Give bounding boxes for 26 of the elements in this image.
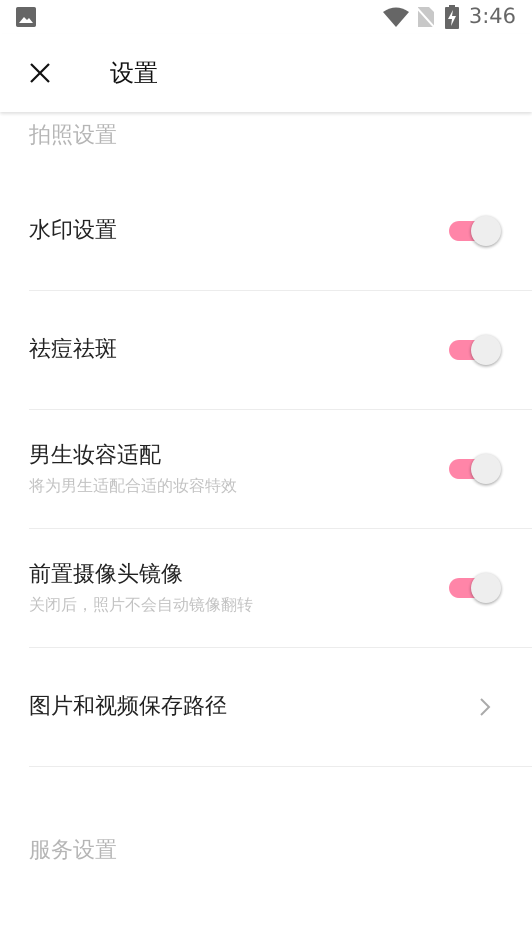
battery-charging-icon xyxy=(444,5,459,29)
close-icon xyxy=(29,62,51,84)
toggle-switch[interactable] xyxy=(447,335,501,365)
no-sim-icon xyxy=(416,6,435,28)
wifi-icon xyxy=(382,7,409,27)
setting-label: 祛痘祛斑 xyxy=(29,336,118,364)
setting-label: 图片和视频保存路径 xyxy=(29,693,228,721)
page-title: 设置 xyxy=(110,58,158,89)
toggle-switch[interactable] xyxy=(447,573,501,603)
settings-row[interactable]: 祛痘祛斑 xyxy=(0,291,532,409)
setting-label: 前置摄像头镜像 xyxy=(29,561,184,589)
toggle-switch[interactable] xyxy=(447,216,501,246)
settings-row[interactable]: 前置摄像头镜像 关闭后，照片不会自动镜像翻转 xyxy=(0,529,532,647)
section-header: 服务设置 xyxy=(29,838,117,863)
chevron-right-icon xyxy=(479,697,491,717)
setting-description: 关闭后，照片不会自动镜像翻转 xyxy=(29,595,254,615)
image-icon xyxy=(16,7,36,27)
settings-row[interactable]: 图片和视频保存路径 xyxy=(0,648,532,766)
settings-row[interactable]: 男生妆容适配 将为男生适配合适的妆容特效 xyxy=(0,410,532,528)
setting-label: 水印设置 xyxy=(29,217,118,245)
section-header: 拍照设置 xyxy=(29,123,117,148)
toggle-switch[interactable] xyxy=(447,454,501,484)
setting-description: 将为男生适配合适的妆容特效 xyxy=(29,476,238,496)
status-time: 3:46 xyxy=(468,3,516,30)
settings-row[interactable]: 水印设置 xyxy=(0,172,532,290)
setting-label: 男生妆容适配 xyxy=(29,442,162,470)
